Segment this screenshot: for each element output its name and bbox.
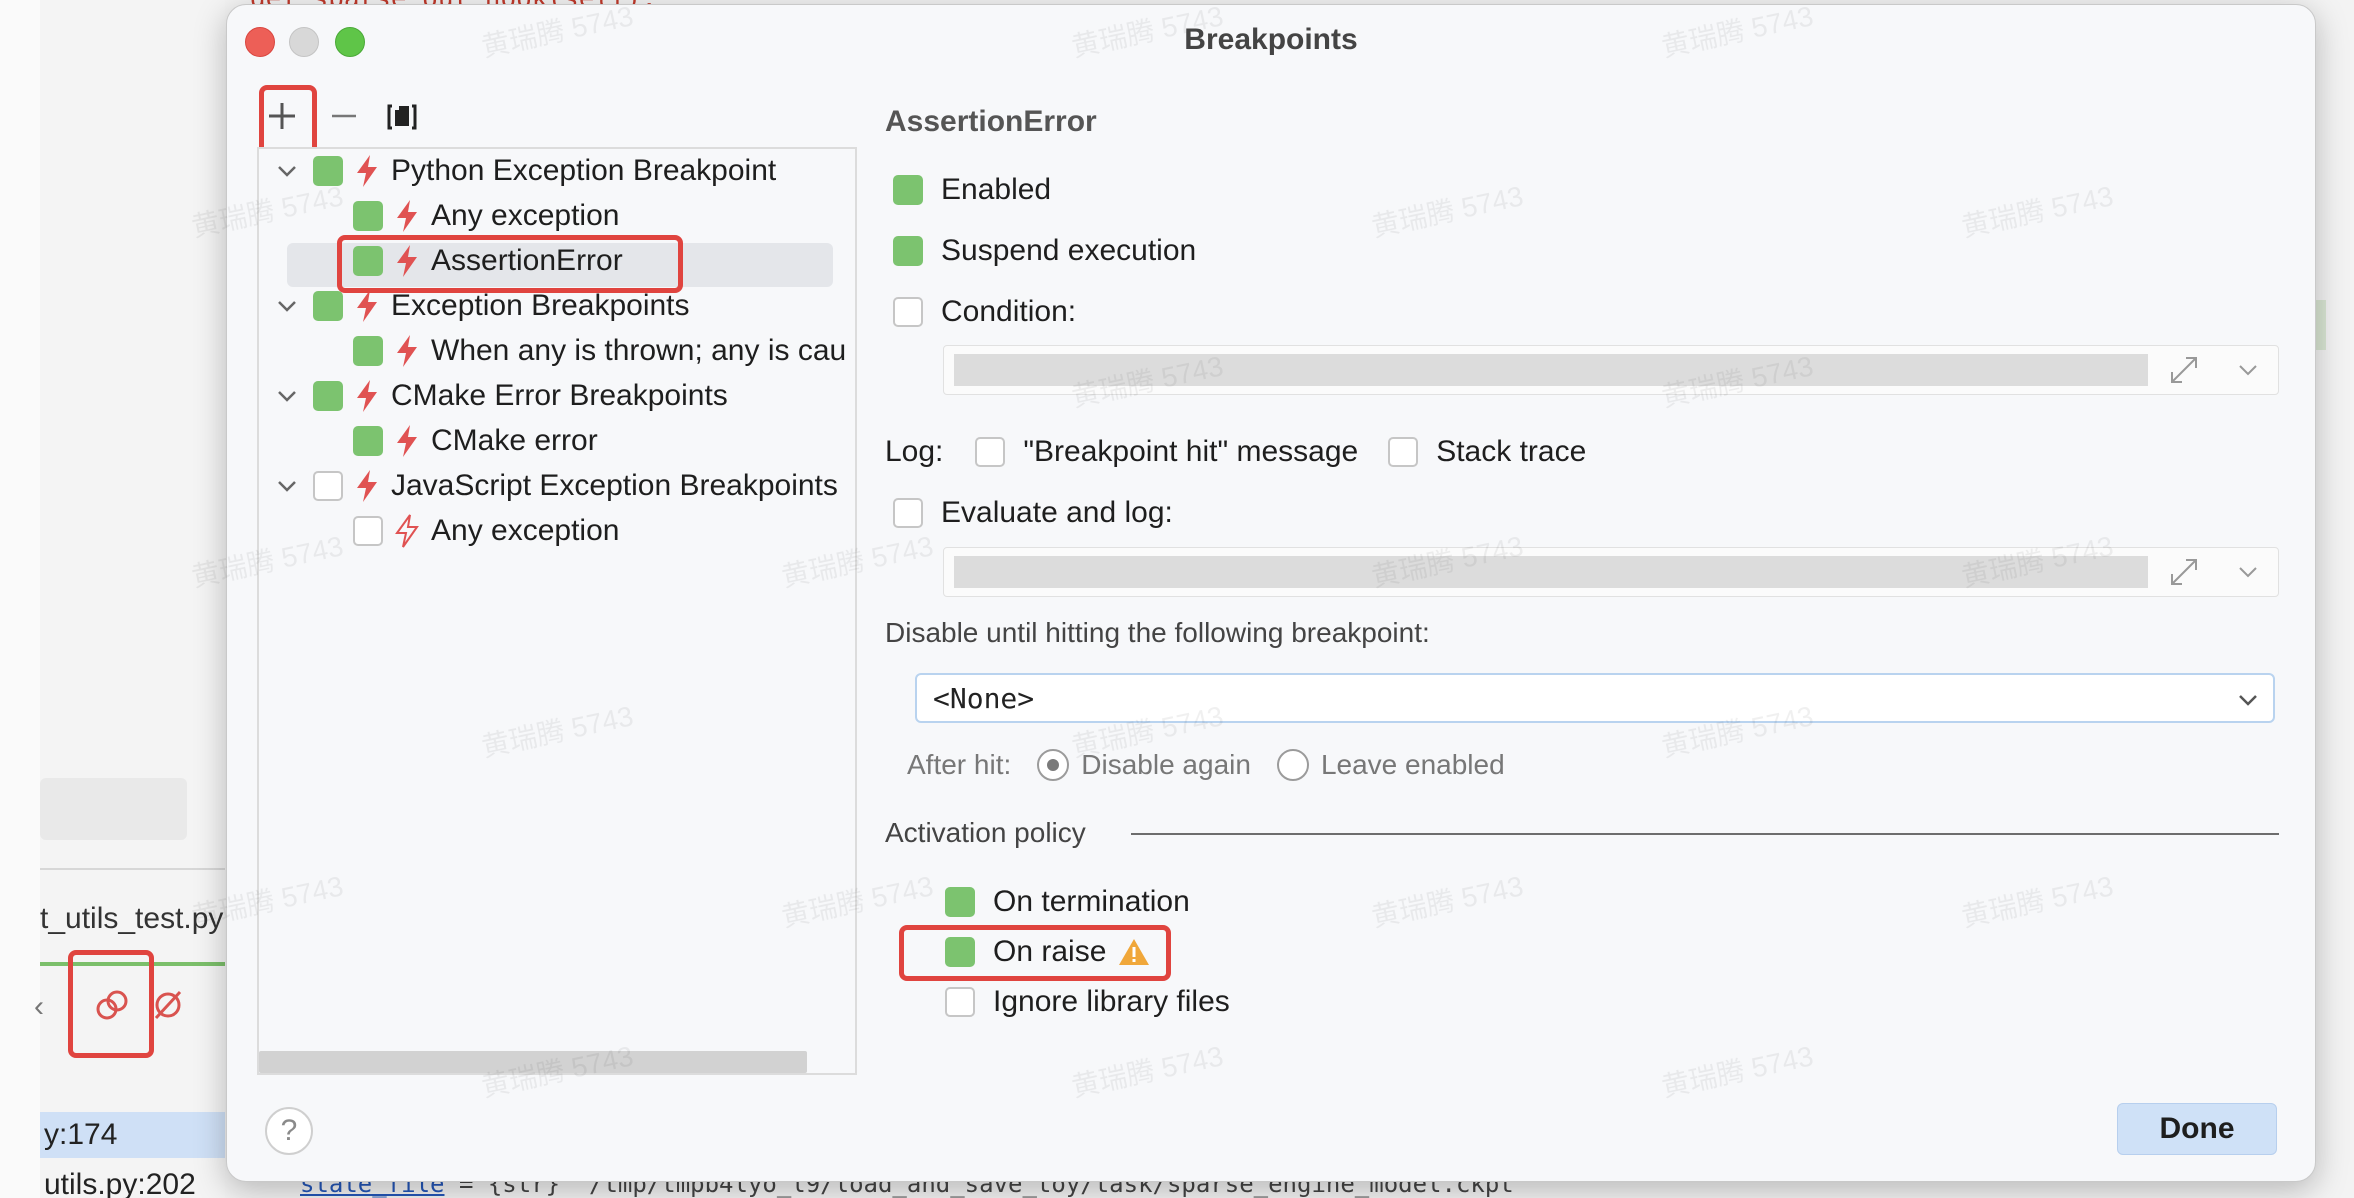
chevron-down-icon[interactable] — [275, 384, 299, 408]
ide-panel-divider — [40, 868, 225, 870]
checkbox[interactable] — [945, 987, 975, 1017]
mute-breakpoints-icon[interactable] — [148, 985, 188, 1025]
tree-node-js-any-exception[interactable]: Any exception — [353, 509, 619, 553]
chevron-down-icon — [2239, 695, 2257, 706]
chevron-down-icon[interactable] — [2234, 356, 2262, 384]
view-breakpoints-icon[interactable] — [92, 985, 132, 1025]
expand-icon[interactable] — [2166, 554, 2202, 590]
checkbox[interactable] — [945, 937, 975, 967]
tree-node-any-exception[interactable]: Any exception — [353, 194, 619, 238]
tree-node-cmake-error-breakpoints[interactable]: CMake Error Breakpoints — [275, 374, 728, 418]
disable-again-radio[interactable] — [1037, 749, 1070, 781]
add-breakpoint-button[interactable] — [257, 91, 307, 141]
lightning-icon — [357, 290, 377, 322]
help-button[interactable]: ? — [265, 1107, 313, 1155]
ide-debug-panel — [40, 0, 225, 1198]
breakpoints-dialog: Breakpoints Python Exception Breakpoint … — [226, 4, 2316, 1182]
checkbox[interactable] — [353, 516, 383, 546]
checkbox[interactable] — [893, 236, 923, 266]
detail-title: AssertionError — [885, 105, 1097, 138]
checkbox[interactable] — [353, 336, 383, 366]
frame-row[interactable]: y:174 — [40, 1112, 225, 1158]
tree-node-cmake-error[interactable]: CMake error — [353, 419, 598, 463]
log-message-checkbox[interactable] — [975, 437, 1006, 467]
chevron-down-icon[interactable] — [275, 294, 299, 318]
ide-panel-block — [40, 778, 187, 840]
ide-tab-underline — [40, 962, 225, 966]
log-row: Log: "Breakpoint hit" message Stack trac… — [885, 435, 1587, 468]
disable-until-value: <None> — [933, 681, 1035, 715]
on-raise-checkbox[interactable]: On raise — [945, 935, 1150, 969]
checkbox[interactable] — [313, 471, 343, 501]
stack-trace-checkbox[interactable] — [1388, 437, 1419, 467]
tree-node-when-thrown[interactable]: When any is thrown; any is cau — [353, 329, 846, 373]
tree-node-assertionerror[interactable]: AssertionError — [353, 239, 623, 283]
warning-icon — [1119, 939, 1150, 965]
expand-icon[interactable] — [2166, 352, 2202, 388]
checkbox[interactable] — [313, 381, 343, 411]
condition-checkbox[interactable]: Condition: — [893, 295, 1076, 329]
checkbox[interactable] — [945, 887, 975, 917]
lightning-icon — [357, 155, 377, 187]
lightning-icon — [357, 380, 377, 412]
group-icon — [387, 104, 417, 130]
tree-node-python-exception[interactable]: Python Exception Breakpoint — [275, 149, 776, 193]
remove-breakpoint-button[interactable] — [319, 91, 369, 141]
checkbox[interactable] — [893, 175, 923, 205]
chevron-down-icon[interactable] — [2234, 558, 2262, 586]
checkbox[interactable] — [893, 297, 923, 327]
breakpoint-tree[interactable]: Python Exception Breakpoint Any exceptio… — [257, 147, 857, 1075]
activation-policy-separator — [1131, 833, 2279, 835]
group-breakpoints-button[interactable] — [377, 91, 427, 141]
lightning-icon — [397, 200, 417, 232]
lightning-icon — [397, 335, 417, 367]
lightning-outline-icon — [395, 514, 419, 548]
activation-policy-label: Activation policy — [885, 817, 1086, 848]
lightning-icon — [397, 425, 417, 457]
after-hit-row: After hit: Disable again Leave enabled — [907, 749, 1505, 781]
plus-icon — [269, 103, 295, 129]
done-button[interactable]: Done — [2117, 1103, 2277, 1155]
ide-chevron-icon[interactable]: ‹ — [34, 990, 44, 1024]
checkbox[interactable] — [353, 426, 383, 456]
tree-node-exception-breakpoints[interactable]: Exception Breakpoints — [275, 284, 690, 328]
checkbox[interactable] — [893, 498, 923, 528]
chevron-down-icon[interactable] — [275, 159, 299, 183]
checkbox[interactable] — [313, 291, 343, 321]
on-termination-checkbox[interactable]: On termination — [945, 885, 1190, 919]
ignore-library-checkbox[interactable]: Ignore library files — [945, 985, 1230, 1019]
frame-row[interactable]: utils.py:202 — [40, 1162, 225, 1198]
minus-icon — [332, 114, 356, 118]
enabled-checkbox[interactable]: Enabled — [893, 173, 1051, 207]
chevron-down-icon[interactable] — [275, 474, 299, 498]
lightning-icon — [397, 245, 417, 277]
checkbox[interactable] — [353, 201, 383, 231]
tree-node-javascript-exception[interactable]: JavaScript Exception Breakpoints — [275, 464, 838, 508]
checkbox[interactable] — [353, 246, 383, 276]
lightning-icon — [357, 470, 377, 502]
suspend-execution-checkbox[interactable]: Suspend execution — [893, 234, 1196, 268]
disable-until-label: Disable until hitting the following brea… — [885, 617, 1430, 648]
leave-enabled-radio[interactable] — [1276, 749, 1309, 781]
evaluate-and-log-checkbox[interactable]: Evaluate and log: — [893, 496, 1173, 530]
